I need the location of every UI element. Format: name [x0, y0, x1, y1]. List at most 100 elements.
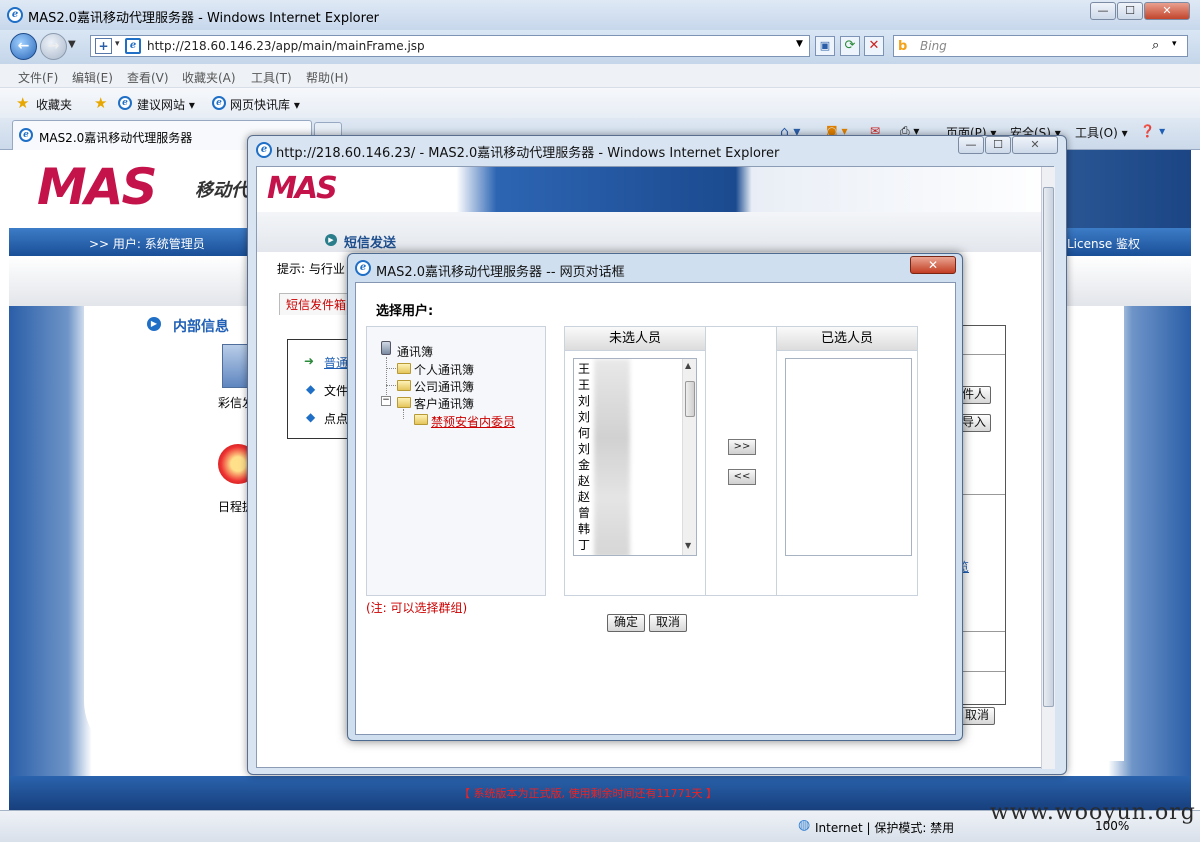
unselected-header: 未选人员 [565, 327, 705, 351]
license-link[interactable]: License 鉴权 [1067, 235, 1140, 252]
popup-title: http://218.60.146.23/ - MAS2.0嘉讯移动代理服务器 … [276, 146, 780, 161]
form-divider [957, 631, 1005, 632]
tree-group-item[interactable]: 禁预安省内委员 [431, 413, 515, 430]
unselected-list[interactable]: 王 王 刘 刘 何 刘 金 赵 赵 曾 韩 丁 ▲ ▼ [573, 358, 697, 556]
license-warning: 【 系统版本为正式版, 使用剩余时间还有11771天 】 [459, 787, 717, 800]
menu-view[interactable]: 查看(V) [127, 69, 169, 86]
browser-title-bar: e MAS2.0嘉讯移动代理服务器 - Windows Internet Exp… [0, 0, 1200, 30]
help-icon[interactable]: ❓ ▾ [1140, 124, 1165, 138]
menu-edit[interactable]: 编辑(E) [72, 69, 113, 86]
list-item[interactable]: 王 [578, 377, 590, 393]
popup-close-button[interactable]: ✕ [1012, 136, 1058, 154]
address-bar[interactable]: + ▾ e http://218.60.146.23/app/main/main… [90, 35, 810, 57]
suggested-sites-icon: e [118, 96, 132, 110]
open-folder-icon [397, 397, 411, 408]
compat-icon[interactable]: + [95, 38, 112, 54]
web-slice-icon: e [212, 96, 226, 110]
watermark-text: www.wooyun.org [990, 800, 1196, 825]
close-button[interactable]: ✕ [1144, 2, 1190, 20]
favorites-star-icon[interactable]: ★ [16, 94, 29, 112]
favorites-button[interactable]: 收藏夹 [36, 96, 72, 113]
file-cube-icon: ◆ [306, 382, 316, 396]
refresh-icon[interactable]: ⟳ [840, 36, 860, 56]
forward-button[interactable]: → [40, 33, 67, 60]
maximize-button[interactable]: ☐ [1117, 2, 1143, 20]
bing-icon: b [898, 39, 908, 54]
folder-icon [414, 414, 428, 425]
search-dropdown-icon[interactable]: ▾ [1172, 39, 1177, 49]
select-user-dialog: e MAS2.0嘉讯移动代理服务器 -- 网页对话框 ✕ 选择用户: 通讯簿 个… [347, 253, 963, 741]
remove-selected-button[interactable]: << [728, 469, 756, 485]
list-item[interactable]: 赵 [578, 489, 590, 505]
list-item[interactable]: 赵 [578, 473, 590, 489]
popup-scroll-thumb[interactable] [1043, 187, 1054, 707]
list-item[interactable]: 曾 [578, 505, 590, 521]
tree-personal-book[interactable]: 个人通讯簿 [414, 361, 474, 378]
internal-info-title: 内部信息 [173, 319, 229, 335]
menu-tools[interactable]: 工具(T) [251, 69, 292, 86]
stop-icon[interactable]: ✕ [864, 36, 884, 56]
popup-header: MAS 移动代理服务器 [257, 167, 1055, 212]
compatibility-view-icon[interactable]: ▣ [815, 36, 835, 56]
popup-ie-icon: e [256, 142, 272, 158]
popup-minimize-button[interactable]: — [958, 136, 984, 154]
popup-scrollbar[interactable] [1041, 167, 1055, 769]
scroll-up-icon[interactable]: ▲ [685, 361, 691, 370]
list-item[interactable]: 刘 [578, 409, 590, 425]
cancel-button[interactable]: 取消 [649, 614, 687, 632]
unselected-scrollbar[interactable]: ▲ ▼ [682, 359, 696, 555]
list-item[interactable]: 刘 [578, 441, 590, 457]
list-item[interactable]: 韩 [578, 521, 590, 537]
popup-mas-logo: MAS [267, 171, 338, 206]
selected-list[interactable] [785, 358, 912, 556]
menu-favorites[interactable]: 收藏夹(A) [182, 69, 236, 86]
tab-sms-outbox[interactable]: 短信发件箱 [279, 293, 354, 315]
browser-title: MAS2.0嘉讯移动代理服务器 - Windows Internet Explo… [28, 11, 380, 26]
url-dropdown-icon[interactable]: ▼ [796, 39, 803, 49]
search-box[interactable]: b Bing ⌕ ▾ [893, 35, 1188, 57]
web-slice-gallery-link[interactable]: 网页快讯库 ▾ [230, 96, 300, 113]
menu-help[interactable]: 帮助(H) [306, 69, 348, 86]
send-type-p2p[interactable]: 点点 [324, 410, 348, 427]
normal-arrow-icon: ➜ [304, 354, 315, 368]
collapse-toggle-icon[interactable]: − [381, 396, 391, 406]
tools-menu[interactable]: 工具(O) ▾ [1075, 124, 1128, 141]
tree-root[interactable]: 通讯簿 [397, 343, 433, 360]
popup-maximize-button[interactable]: ☐ [985, 136, 1011, 154]
send-type-normal[interactable]: 普通 [324, 354, 348, 371]
ok-button[interactable]: 确定 [607, 614, 645, 632]
unselected-panel: 未选人员 王 王 刘 刘 何 刘 金 赵 赵 曾 韩 丁 ▲ ▼ [564, 326, 706, 596]
menu-file[interactable]: 文件(F) [18, 69, 58, 86]
list-item[interactable]: 刘 [578, 393, 590, 409]
url-text[interactable]: http://218.60.146.23/app/main/mainFrame.… [147, 39, 425, 53]
tab-title: MAS2.0嘉讯移动代理服务器 [39, 131, 193, 145]
security-zone[interactable]: Internet | 保护模式: 禁用 [815, 819, 954, 836]
unselected-scroll-thumb[interactable] [685, 381, 695, 417]
menu-bar: 文件(F) 编辑(E) 查看(V) 收藏夹(A) 工具(T) 帮助(H) [0, 64, 1200, 88]
send-type-file[interactable]: 文件 [324, 382, 348, 399]
search-placeholder: Bing [920, 39, 947, 53]
list-item[interactable]: 金 [578, 457, 590, 473]
addr-dropdown-icon[interactable]: ▾ [115, 39, 120, 49]
transfer-column: >> << [706, 326, 776, 596]
back-button[interactable]: ← [10, 33, 37, 60]
form-divider [957, 354, 1005, 355]
tree-company-book[interactable]: 公司通讯簿 [414, 378, 474, 395]
list-item[interactable]: 丁 [578, 537, 590, 553]
add-selected-button[interactable]: >> [728, 439, 756, 455]
history-dropdown-icon[interactable]: ▼ [68, 39, 76, 50]
minimize-button[interactable]: — [1090, 2, 1116, 20]
form-divider [957, 494, 1005, 495]
add-favorite-icon[interactable]: ★ [94, 94, 107, 112]
list-item[interactable]: 王 [578, 361, 590, 377]
selected-header: 已选人员 [777, 327, 917, 351]
page-icon: e [125, 38, 141, 54]
list-item[interactable]: 何 [578, 425, 590, 441]
tab-ie-icon: e [19, 128, 33, 142]
scroll-down-icon[interactable]: ▼ [685, 541, 691, 550]
search-icon[interactable]: ⌕ [1152, 38, 1159, 53]
popup-cancel-button[interactable]: 取消 [959, 707, 995, 725]
dialog-close-button[interactable]: ✕ [910, 256, 956, 274]
tree-customer-book[interactable]: 客户通讯簿 [414, 395, 474, 412]
suggested-sites-link[interactable]: 建议网站 ▾ [137, 96, 195, 113]
